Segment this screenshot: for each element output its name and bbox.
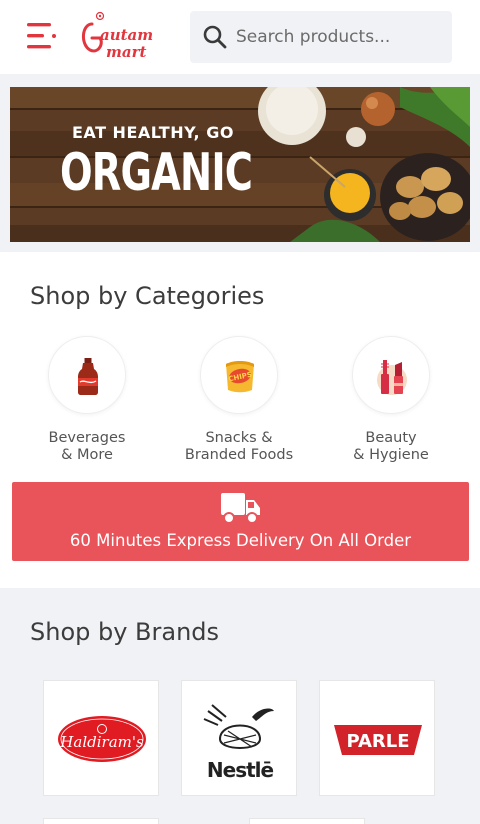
category-icon-circle (352, 336, 430, 414)
brand-card-next[interactable] (43, 818, 159, 824)
category-snacks[interactable]: CHIPS Snacks & Branded Foods (164, 336, 314, 466)
categories-title: Shop by Categories (30, 282, 265, 310)
banner-area: EAT HEALTHY, GO ORGANIC (0, 74, 480, 252)
brand-card-next[interactable] (249, 818, 365, 824)
express-delivery-text: 60 Minutes Express Delivery On All Order (69, 531, 412, 550)
category-beverages[interactable]: Beverages & More (12, 336, 162, 466)
logo-line1: autam (100, 26, 153, 44)
beverage-bottle-icon (78, 358, 98, 395)
category-icon-circle (48, 336, 126, 414)
brand-name: Haldiram's (59, 733, 144, 751)
parle-logo: PARLE (334, 725, 422, 755)
delivery-truck-icon (221, 493, 260, 524)
haldirams-logo: Haldiram's (58, 716, 146, 762)
category-beauty[interactable]: Beauty & Hygiene (316, 336, 466, 466)
hamburger-menu-icon[interactable] (26, 20, 60, 52)
banner-subheading: EAT HEALTHY, GO (72, 123, 234, 142)
banner-heading: ORGANIC (60, 143, 253, 203)
app-header: autam mart (0, 0, 480, 74)
brands-title: Shop by Brands (30, 618, 220, 646)
search-input[interactable] (236, 11, 446, 63)
nestle-logo: Nestlē (203, 704, 275, 782)
brand-name: Nestlē (207, 758, 274, 782)
logo-line2: mart (106, 43, 146, 61)
search-icon[interactable] (202, 24, 228, 50)
brand-card-parle[interactable]: PARLE (319, 680, 435, 796)
category-icon-circle: CHIPS (200, 336, 278, 414)
search-bar[interactable] (190, 11, 452, 63)
category-label: Snacks & Branded Foods (184, 430, 294, 463)
brand-card-nestle[interactable]: Nestlē (181, 680, 297, 796)
express-delivery-banner[interactable]: 60 Minutes Express Delivery On All Order (12, 482, 469, 561)
brand-card-haldirams[interactable]: Haldiram's (43, 680, 159, 796)
category-label: Beauty & Hygiene (353, 430, 429, 463)
lipstick-icon (377, 360, 407, 395)
category-label: Beverages & More (48, 430, 126, 463)
chips-packet-icon: CHIPS (226, 361, 254, 393)
gautam-mart-logo[interactable]: autam mart (78, 10, 158, 62)
vegetables-illustration (258, 87, 470, 242)
brands-section: Shop by Brands Haldiram's Nestlē PARLE (0, 588, 480, 824)
brand-name: PARLE (346, 731, 409, 752)
organic-banner[interactable]: EAT HEALTHY, GO ORGANIC (10, 87, 470, 242)
categories-section: Shop by Categories Beverages & More CHIP… (0, 252, 480, 588)
